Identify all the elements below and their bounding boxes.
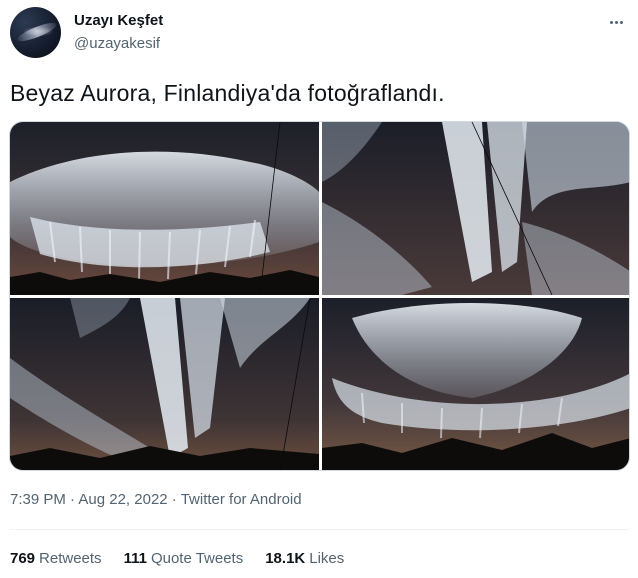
quote-tweets-stat[interactable]: 111 Quote Tweets [124,550,244,567]
likes-count: 18.1K [265,550,306,567]
author-name[interactable]: Uzayı Keşfet [74,12,163,29]
quotes-count: 111 [123,550,147,567]
more-options-icon[interactable] [606,12,626,32]
aurora-photo-3[interactable] [10,298,319,470]
tweet-text: Beyaz Aurora, Finlandiya'da fotoğrafland… [10,80,445,106]
quotes-label: Quote Tweets [150,550,244,567]
meta-separator: · [65,491,79,508]
tweet-date[interactable]: Aug 22, 2022 [78,491,167,508]
tweet-source[interactable]: Twitter for Android [181,491,302,508]
likes-stat[interactable]: 18.1K Likes [265,550,344,567]
aurora-photo-1[interactable] [10,122,319,295]
tweet-time[interactable]: 7:39 PM [10,491,66,508]
retweets-stat[interactable]: 769 Retweets [10,550,102,567]
aurora-photo-4[interactable] [322,298,629,470]
media-grid [9,121,630,471]
tweet-stats: 769 Retweets 111 Quote Tweets 18.1K Likes [10,550,344,567]
author-handle[interactable]: @uzayakesif [74,35,160,52]
tweet-meta: 7:39 PM · Aug 22, 2022 · Twitter for And… [10,491,302,508]
likes-label: Likes [309,550,345,567]
divider [10,529,628,530]
aurora-photo-2[interactable] [322,122,629,295]
retweets-count: 769 [10,550,36,567]
avatar[interactable] [10,7,61,58]
retweets-label: Retweets [39,550,102,567]
meta-separator-2: · [167,491,181,508]
